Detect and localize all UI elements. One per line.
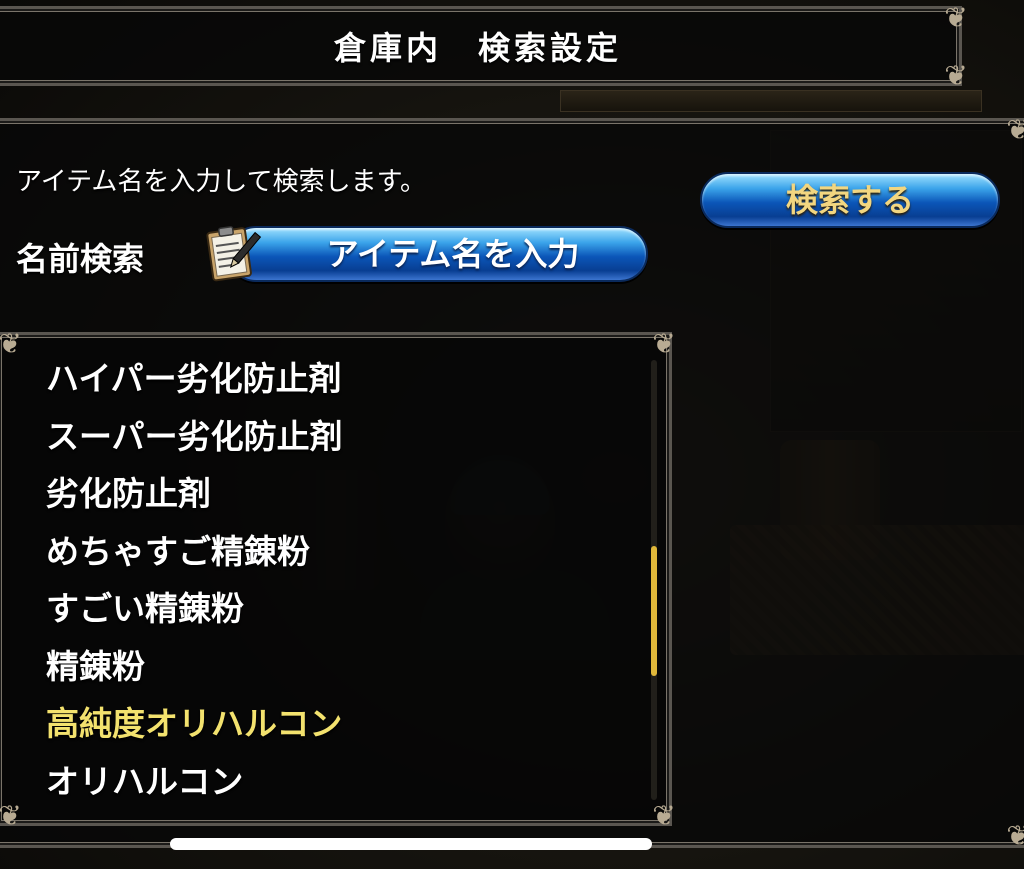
ornament-corner-icon: ❦: [1006, 819, 1024, 852]
list-item[interactable]: 精錬粉: [46, 640, 343, 698]
search-button[interactable]: 検索する: [700, 172, 1000, 228]
list-item[interactable]: すごい精錬粉: [46, 582, 343, 640]
home-indicator[interactable]: [170, 838, 652, 850]
page-title: 倉庫内 検索設定: [333, 29, 622, 67]
ornament-corner-icon: ❦: [652, 799, 676, 832]
item-list: ハイパー劣化防止剤 スーパー劣化防止剤 劣化防止剤 めちゃすご精錬粉 すごい精錬…: [46, 352, 343, 812]
clipboard-pencil-icon[interactable]: [200, 222, 262, 284]
list-item[interactable]: スーパー劣化防止剤: [46, 410, 343, 468]
list-item[interactable]: ハイパー劣化防止剤: [46, 352, 343, 410]
list-item[interactable]: 高純度オリハルコン: [46, 697, 343, 755]
ornament-corner-icon: ❦: [1006, 113, 1024, 146]
name-search-label: 名前検索: [16, 240, 145, 278]
search-instructions: アイテム名を入力して検索します。: [16, 167, 427, 197]
item-name-input[interactable]: アイテム名を入力: [228, 226, 648, 282]
ornament-corner-icon: ❦: [0, 799, 22, 832]
scrollbar-thumb[interactable]: [651, 546, 657, 676]
ornament-corner-icon: ❦: [0, 327, 22, 360]
title-panel: 倉庫内 検索設定 ❦ ❦: [0, 1, 968, 92]
ornament-corner-icon: ❦: [652, 327, 676, 360]
list-item[interactable]: オリハルコン: [46, 755, 343, 813]
list-item[interactable]: めちゃすご精錬粉: [46, 525, 343, 583]
list-item[interactable]: 劣化防止剤: [46, 467, 343, 525]
shelf: [560, 90, 982, 112]
ornament-corner-icon: ❦: [944, 1, 968, 34]
ornament-corner-icon: ❦: [944, 59, 968, 92]
